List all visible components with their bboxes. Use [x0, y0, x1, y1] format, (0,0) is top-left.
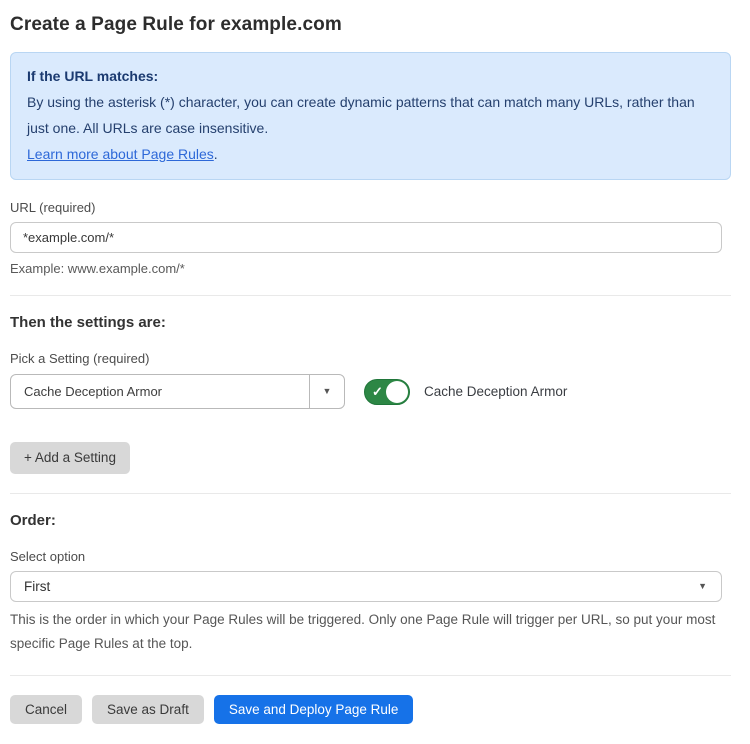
settings-section-heading: Then the settings are: [10, 314, 731, 331]
order-select[interactable]: First ▼ [10, 571, 722, 602]
order-select-label: Select option [10, 549, 731, 564]
save-deploy-button[interactable]: Save and Deploy Page Rule [214, 695, 414, 725]
link-suffix: . [214, 146, 218, 162]
pick-setting-label: Pick a Setting (required) [10, 351, 731, 366]
setting-dropdown-arrow-button[interactable]: ▼ [309, 375, 344, 408]
order-section-heading: Order: [10, 512, 731, 529]
form-actions: Cancel Save as Draft Save and Deploy Pag… [10, 695, 731, 725]
setting-toggle-label: Cache Deception Armor [424, 384, 567, 399]
save-draft-button[interactable]: Save as Draft [92, 695, 204, 725]
page-title: Create a Page Rule for example.com [10, 14, 731, 36]
order-helper-text: This is the order in which your Page Rul… [10, 608, 722, 656]
setting-toggle-group: ✓ Cache Deception Armor [364, 379, 567, 405]
setting-dropdown-value: Cache Deception Armor [11, 384, 162, 399]
cancel-button[interactable]: Cancel [10, 695, 82, 725]
create-page-rule-form: Create a Page Rule for example.com If th… [0, 0, 750, 744]
divider [10, 295, 731, 296]
setting-row: Cache Deception Armor ▼ ✓ Cache Deceptio… [10, 374, 731, 409]
info-box-body: By using the asterisk (*) character, you… [27, 89, 714, 141]
url-match-info-box: If the URL matches: By using the asteris… [10, 52, 731, 180]
url-input[interactable] [10, 222, 722, 253]
info-box-heading: If the URL matches: [27, 63, 714, 89]
divider [10, 675, 731, 676]
url-helper-text: Example: www.example.com/* [10, 261, 731, 276]
check-icon: ✓ [372, 385, 383, 398]
url-label: URL (required) [10, 200, 731, 215]
learn-more-link[interactable]: Learn more about Page Rules [27, 146, 214, 162]
divider [10, 493, 731, 494]
setting-toggle[interactable]: ✓ [364, 379, 410, 405]
order-select-value: First [24, 579, 50, 594]
chevron-down-icon: ▼ [698, 582, 707, 591]
add-setting-button[interactable]: + Add a Setting [10, 442, 130, 474]
chevron-down-icon: ▼ [323, 387, 332, 396]
info-box-link-line: Learn more about Page Rules. [27, 141, 714, 167]
toggle-knob [386, 381, 408, 403]
setting-dropdown[interactable]: Cache Deception Armor ▼ [10, 374, 345, 409]
